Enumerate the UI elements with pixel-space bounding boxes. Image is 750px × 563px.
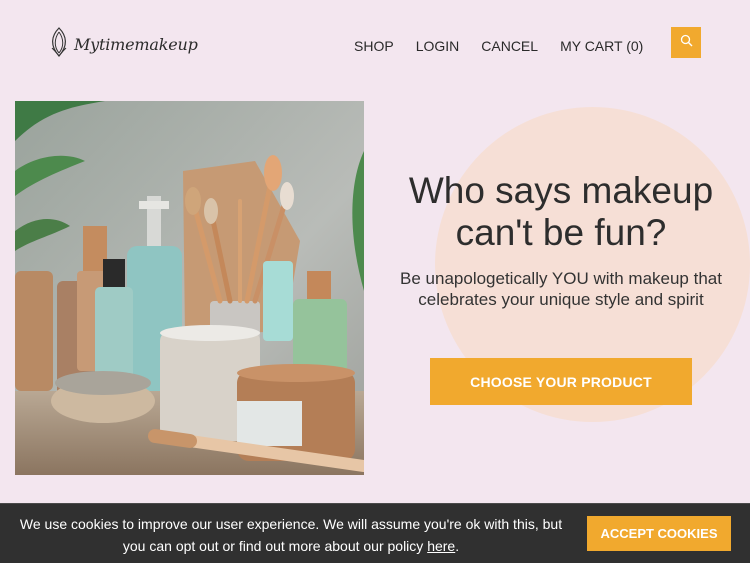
cookie-message-text: We use cookies to improve our user exper… <box>19 516 563 554</box>
main-nav: SHOP LOGIN CANCEL MY CART (0) <box>354 38 643 54</box>
choose-product-button[interactable]: CHOOSE YOUR PRODUCT <box>430 358 692 405</box>
hero-subtitle: Be unapologetically YOU with makeup that… <box>400 269 722 309</box>
search-icon <box>680 34 693 52</box>
nav-cart[interactable]: MY CART (0) <box>560 38 643 54</box>
nav-login[interactable]: LOGIN <box>416 38 460 54</box>
cookie-banner: We use cookies to improve our user exper… <box>0 503 750 563</box>
cookie-policy-link[interactable]: here <box>427 538 455 554</box>
leaf-logo-icon <box>48 26 70 63</box>
brand-name: Mytimemakeup <box>74 35 198 54</box>
cookie-message-end: . <box>455 538 460 554</box>
hero-product-image <box>15 101 364 475</box>
search-button[interactable] <box>671 27 701 58</box>
nav-shop[interactable]: SHOP <box>354 38 394 54</box>
accept-cookies-button[interactable]: ACCEPT COOKIES <box>587 516 731 551</box>
brand-logo[interactable]: Mytimemakeup <box>48 26 198 63</box>
hero-title: Who says makeup can't be fun? <box>408 170 714 253</box>
nav-cancel[interactable]: CANCEL <box>481 38 538 54</box>
site-header: Mytimemakeup SHOP LOGIN CANCEL MY CART (… <box>0 0 750 90</box>
cookie-message: We use cookies to improve our user exper… <box>16 513 566 557</box>
